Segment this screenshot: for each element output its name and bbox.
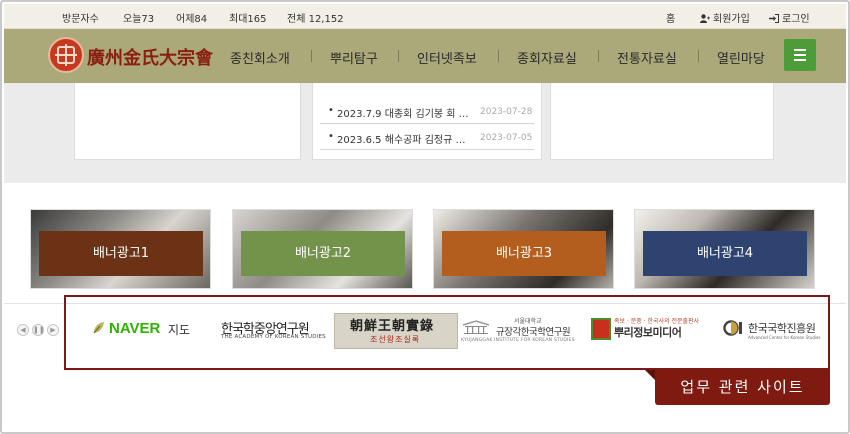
- login-link[interactable]: 로그인: [769, 10, 810, 25]
- menu-divider: [598, 50, 599, 62]
- news-item[interactable]: • 2023.7.9 대종회 김기봉 회 …: [328, 105, 469, 120]
- kyujanggak-building-icon: [462, 320, 490, 334]
- site-naver-map[interactable]: NAVER: [109, 320, 160, 337]
- menu-online-genealogy[interactable]: 인터넷족보: [417, 48, 477, 67]
- main-nav: 廣州金氏大宗會 종친회소개 뿌리탐구 인터넷족보 종회자료실 전통자료실 열린마…: [4, 29, 846, 83]
- site-sillok-hanja[interactable]: 朝鮮王朝實錄: [350, 315, 434, 334]
- menu-divider: [311, 50, 312, 62]
- visitor-count-label: 방문자수: [62, 14, 99, 25]
- news-divider: [320, 149, 534, 150]
- user-plus-icon: [700, 14, 710, 23]
- yesterday-count: 어제84: [176, 14, 208, 25]
- news-title: 2023.7.9 대종회 김기봉 회 …: [337, 109, 469, 120]
- banner-label: 배너광고2: [241, 231, 405, 276]
- site-naver-map-sub[interactable]: 지도: [168, 321, 190, 338]
- top-bar: 방문자수 오늘73 어제84 최대165 전체 12,152 홈 회원가입 로그…: [4, 4, 846, 29]
- menu-open-forum[interactable]: 열린마당: [717, 48, 765, 67]
- menu-clan-archive[interactable]: 종회자료실: [517, 48, 577, 67]
- site-sillok-korean: 조선왕조실록: [370, 335, 421, 344]
- sign-in-icon: [769, 14, 779, 23]
- banner-ad-3[interactable]: 배너광고3: [433, 209, 614, 289]
- logo-seal-icon[interactable]: [48, 37, 84, 73]
- menu-divider: [498, 50, 499, 62]
- news-date: 2023-07-28: [480, 107, 533, 117]
- content-area: • 2023.7.9 대종회 김기봉 회 … 2023-07-28 • 2023.6…: [4, 83, 846, 183]
- menu-traditional-archive[interactable]: 전통자료실: [617, 48, 677, 67]
- banner-label: 배너광고4: [643, 231, 807, 276]
- menu-divider: [398, 50, 399, 62]
- banner-ad-4[interactable]: 배너광고4: [634, 209, 815, 289]
- news-title: 2023.6.5 해수공파 김정규 …: [337, 135, 466, 146]
- site-kcc[interactable]: 한국국학진흥원: [748, 320, 816, 336]
- login-label: 로그인: [782, 14, 810, 25]
- menu-hamburger-button[interactable]: [784, 39, 816, 71]
- prev-icon[interactable]: ◀: [17, 324, 29, 336]
- site-kyujanggak-en: KYUJANGGAK INSTITUTE FOR KOREAN STUDIES: [461, 338, 575, 343]
- max-count: 최대165: [229, 14, 267, 25]
- banner-ad-2[interactable]: 배너광고2: [232, 209, 413, 289]
- signup-label: 회원가입: [713, 14, 750, 25]
- banner-ad-1[interactable]: 배너광고1: [30, 209, 211, 289]
- site-aks-en: THE ACADEMY OF KOREAN STUDIES: [221, 334, 326, 340]
- site-kcc-en: Advanced Center for Korean Studies: [748, 335, 821, 340]
- signup-link[interactable]: 회원가입: [700, 10, 750, 25]
- news-item[interactable]: • 2023.6.5 해수공파 김정규 …: [328, 131, 466, 146]
- related-sites-tag: 업무 관련 사이트: [645, 370, 830, 405]
- home-link[interactable]: 홈: [666, 10, 675, 25]
- today-count: 오늘73: [123, 14, 155, 25]
- menu-about[interactable]: 종친회소개: [230, 48, 290, 67]
- menu-roots[interactable]: 뿌리탐구: [330, 48, 378, 67]
- menu-divider: [698, 50, 699, 62]
- banner-label: 배너광고1: [39, 231, 203, 276]
- puri-media-logo-icon[interactable]: [591, 318, 611, 340]
- banner-label: 배너광고3: [442, 231, 606, 276]
- site-kyujanggak[interactable]: 규장각한국학연구원: [496, 324, 571, 338]
- total-count: 전체 12,152: [287, 14, 344, 25]
- site-logo-text[interactable]: 廣州金氏大宗會: [87, 44, 213, 70]
- content-panel-right: [550, 83, 774, 160]
- news-divider: [320, 123, 534, 124]
- kcc-logo-icon: [723, 320, 742, 336]
- content-panel-left: [74, 83, 301, 160]
- next-icon[interactable]: ▶: [47, 324, 59, 336]
- site-puri-media[interactable]: 뿌리정보미디어: [614, 324, 682, 340]
- news-date: 2023-07-05: [480, 133, 533, 143]
- pause-icon[interactable]: ❚❚: [32, 324, 45, 336]
- naver-map-leaf-icon: [93, 322, 104, 334]
